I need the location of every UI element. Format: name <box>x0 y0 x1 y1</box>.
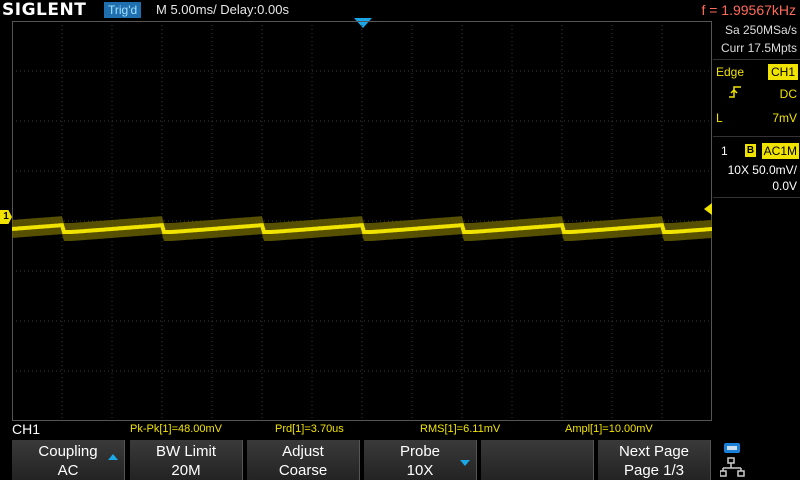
ch1-offset-marker[interactable]: 1 <box>0 210 12 224</box>
softkey-probe[interactable]: Probe 10X <box>364 440 477 480</box>
softkey-bw-limit[interactable]: BW Limit 20M <box>130 440 243 480</box>
brand-logo: SIGLENT <box>2 0 87 20</box>
menu-channel-label: CH1 <box>12 421 41 437</box>
softkey-title: BW Limit <box>156 443 216 460</box>
measurement-rms: RMS[1]=6.11mV <box>420 423 501 435</box>
softkey-coupling[interactable]: Coupling AC <box>12 440 125 480</box>
usb-device-icon <box>724 443 740 453</box>
arrow-up-icon <box>108 454 118 460</box>
arrow-down-icon <box>460 460 470 466</box>
trigger-status-badge: Trig'd <box>104 2 142 18</box>
trigger-coupling: DC <box>779 87 797 101</box>
sample-rate: Sa 250MSa/s <box>724 23 797 37</box>
channel-coupling-badge: AC1M <box>761 143 799 159</box>
timebase-readout: M 5.00ms/ Delay:0.00s <box>156 2 289 17</box>
softkey-value: AC <box>57 462 79 479</box>
softkey-bar: Coupling AC BW Limit 20M Adjust Coarse P… <box>0 437 800 480</box>
rising-edge-icon <box>729 86 741 98</box>
network-icon <box>720 457 745 477</box>
channel-offset: 0.0V <box>772 179 797 193</box>
bandwidth-limit-icon: B <box>745 144 756 157</box>
softkey-title: Next Page <box>618 443 690 460</box>
memory-depth: Curr 17.5Mpts <box>720 41 797 55</box>
right-info-panel: Sa 250MSa/s Curr 17.5Mpts Edge CH1 DC L … <box>713 21 800 421</box>
trigger-level-marker-icon[interactable] <box>704 203 712 215</box>
trigger-source-badge: CH1 <box>767 64 798 80</box>
frequency-readout: f = 1.99567kHz <box>701 2 796 18</box>
softkey-title: Adjust <box>282 443 324 460</box>
measurement-pkpk: Pk-Pk[1]=48.00mV <box>130 423 223 435</box>
measurement-amplitude: Ampl[1]=10.00mV <box>565 423 653 435</box>
softkey-adjust[interactable]: Adjust Coarse <box>247 440 360 480</box>
softkey-next-page[interactable]: Next Page Page 1/3 <box>598 440 711 480</box>
top-status-bar: SIGLENT Trig'd M 5.00ms/ Delay:0.00s f =… <box>0 0 800 20</box>
softkey-value: Page 1/3 <box>623 462 685 479</box>
measurement-bar: CH1 Pk-Pk[1]=48.00mV Prd[1]=3.70us RMS[1… <box>0 421 800 437</box>
softkey-title: Probe <box>399 443 441 460</box>
softkey-value: Coarse <box>278 462 328 479</box>
trigger-level-value: 7mV <box>772 111 797 125</box>
measurement-period: Prd[1]=3.70us <box>275 423 344 435</box>
softkey-empty[interactable] <box>481 440 594 480</box>
channel-number: 1 <box>721 144 728 158</box>
status-icons <box>720 443 745 477</box>
waveform-display[interactable] <box>12 21 712 421</box>
softkey-value: 20M <box>171 462 201 479</box>
